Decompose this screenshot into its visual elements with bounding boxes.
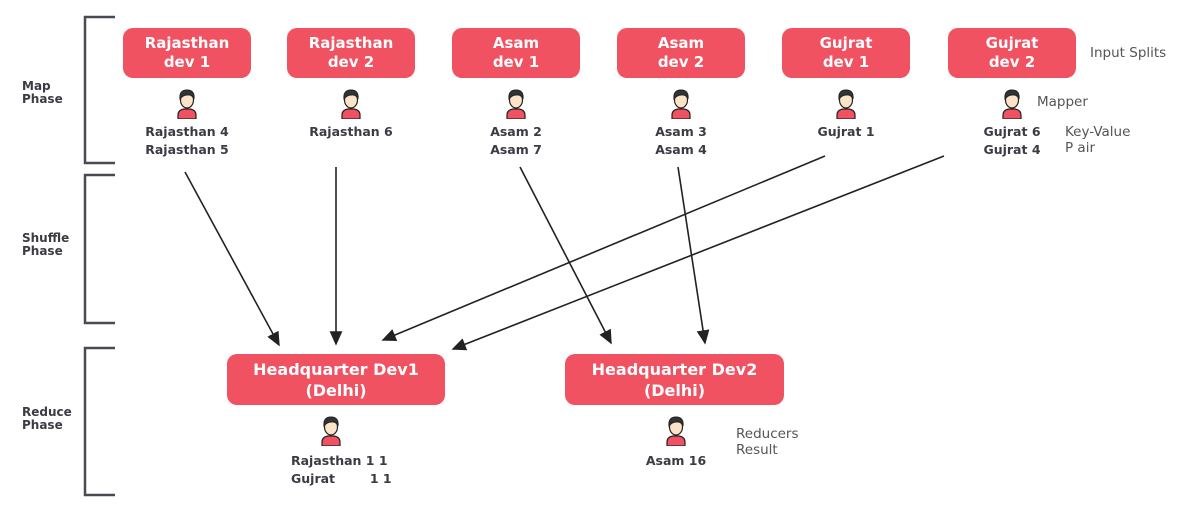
shuffle-phase-label: Shuffle Phase (22, 231, 70, 258)
mapper-output: Rajasthan 6 (309, 124, 393, 139)
mapper-output: Rajasthan 4 Rajasthan 5 (145, 124, 229, 157)
person-icon (504, 87, 528, 120)
input-split-box: Asam dev 2 (617, 28, 745, 78)
arrow-gujrat2 (451, 155, 945, 351)
person-icon (664, 414, 688, 447)
input-split-box: Gujrat dev 2 (948, 28, 1076, 78)
map-phase-bracket (83, 15, 115, 165)
input-split-box: Rajasthan dev 1 (123, 28, 251, 78)
connectors (83, 15, 945, 497)
input-split-box: Gujrat dev 1 (782, 28, 910, 78)
reducer-box: Headquarter Dev2 (Delhi) (565, 354, 784, 405)
person-icon (1000, 87, 1024, 120)
reducers-result-note: Reducers Result (736, 426, 799, 458)
input-splits-note: Input Splits (1090, 45, 1167, 61)
mapper-output: Gujrat 6 Gujrat 4 (983, 124, 1041, 157)
mapreduce-diagram: Map Phase Shuffle Phase Reduce Phase Raj… (0, 0, 1200, 521)
reduce-phase-bracket (83, 346, 115, 497)
arrow-rajasthan1 (184, 171, 280, 347)
person-icon (339, 87, 363, 120)
person-icon (834, 87, 858, 120)
input-split-box: Rajasthan dev 2 (287, 28, 415, 78)
map-phase-label: Map Phase (22, 79, 63, 106)
mapper-output: Gujrat 1 (817, 124, 875, 139)
reducer-result: Rajasthan 1 1 Gujrat 1 1 (291, 453, 392, 486)
arrow-gujrat1 (381, 155, 826, 341)
kv-pair-note: Key-Value P air (1065, 124, 1131, 156)
mapper-output: Asam 2 Asam 7 (490, 124, 542, 157)
reducer-result: Asam 16 (645, 453, 707, 468)
shuffle-phase-bracket (83, 173, 115, 325)
reducer-box: Headquarter Dev1 (Delhi) (227, 354, 445, 405)
person-icon (319, 414, 343, 447)
person-icon (175, 87, 199, 120)
mapper-output: Asam 3 Asam 4 (655, 124, 707, 157)
input-split-box: Asam dev 1 (452, 28, 580, 78)
person-icon (669, 87, 693, 120)
mapper-note: Mapper (1037, 94, 1088, 110)
reduce-phase-label: Reduce Phase (22, 405, 72, 432)
